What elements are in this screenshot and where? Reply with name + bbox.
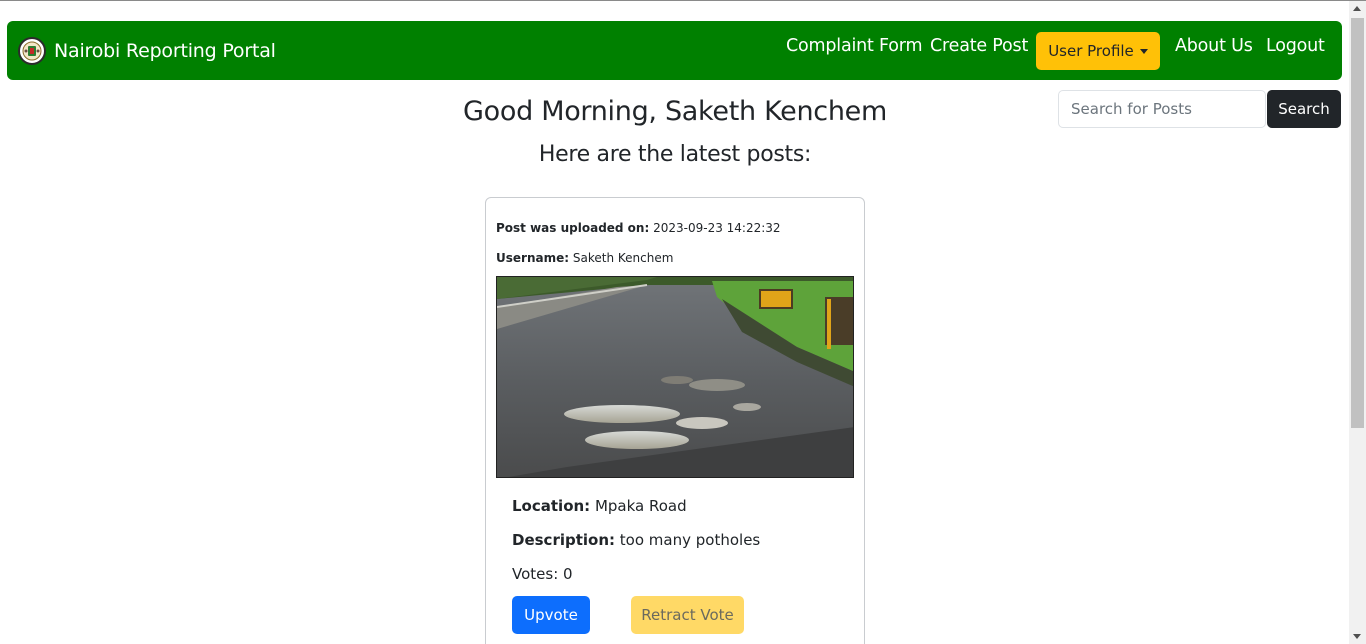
- location-value: Mpaka Road: [594, 497, 687, 515]
- upload-date-value: 2023-09-23 14:22:32: [653, 221, 781, 235]
- post-votes: Votes: 0: [512, 565, 573, 583]
- brand-title: Nairobi Reporting Portal: [54, 40, 276, 62]
- latest-posts-heading: Here are the latest posts:: [538, 142, 812, 167]
- username-value: Saketh Kenchem: [572, 251, 674, 265]
- greeting-heading: Good Morning, Saketh Kenchem: [463, 96, 887, 127]
- scroll-down-arrow-icon[interactable]: [1353, 634, 1361, 639]
- description-label: Description:: [512, 531, 616, 549]
- brand[interactable]: Nairobi Reporting Portal: [18, 37, 276, 65]
- nav-about-us[interactable]: About Us: [1175, 36, 1253, 56]
- page-scrollbar[interactable]: [1349, 1, 1366, 644]
- nav-complaint-form[interactable]: Complaint Form: [786, 36, 923, 56]
- username-label: Username:: [496, 251, 570, 265]
- location-label: Location:: [512, 497, 591, 515]
- post-username: Username: Saketh Kenchem: [496, 251, 673, 265]
- post-location: Location: Mpaka Road: [512, 497, 687, 515]
- description-value: too many potholes: [619, 531, 761, 549]
- user-profile-dropdown[interactable]: User Profile: [1036, 32, 1160, 70]
- retract-vote-button[interactable]: Retract Vote: [631, 596, 744, 634]
- upload-date-label: Post was uploaded on:: [496, 221, 650, 235]
- user-profile-label: User Profile: [1048, 42, 1134, 60]
- window-top-border: [0, 0, 1366, 1]
- post-upload-date: Post was uploaded on: 2023-09-23 14:22:3…: [496, 221, 781, 235]
- nav-create-post[interactable]: Create Post: [930, 36, 1028, 56]
- post-photo: [496, 276, 854, 478]
- post-description: Description: too many potholes: [512, 531, 760, 549]
- county-logo-icon: [18, 37, 46, 65]
- upvote-button[interactable]: Upvote: [512, 596, 590, 634]
- scrollbar-thumb[interactable]: [1351, 18, 1364, 428]
- scroll-up-arrow-icon[interactable]: [1353, 6, 1361, 11]
- navbar: Nairobi Reporting Portal Complaint Form …: [7, 21, 1342, 80]
- caret-down-icon: [1139, 49, 1148, 54]
- post-card: Post was uploaded on: 2023-09-23 14:22:3…: [485, 197, 865, 644]
- nav-logout[interactable]: Logout: [1266, 36, 1325, 56]
